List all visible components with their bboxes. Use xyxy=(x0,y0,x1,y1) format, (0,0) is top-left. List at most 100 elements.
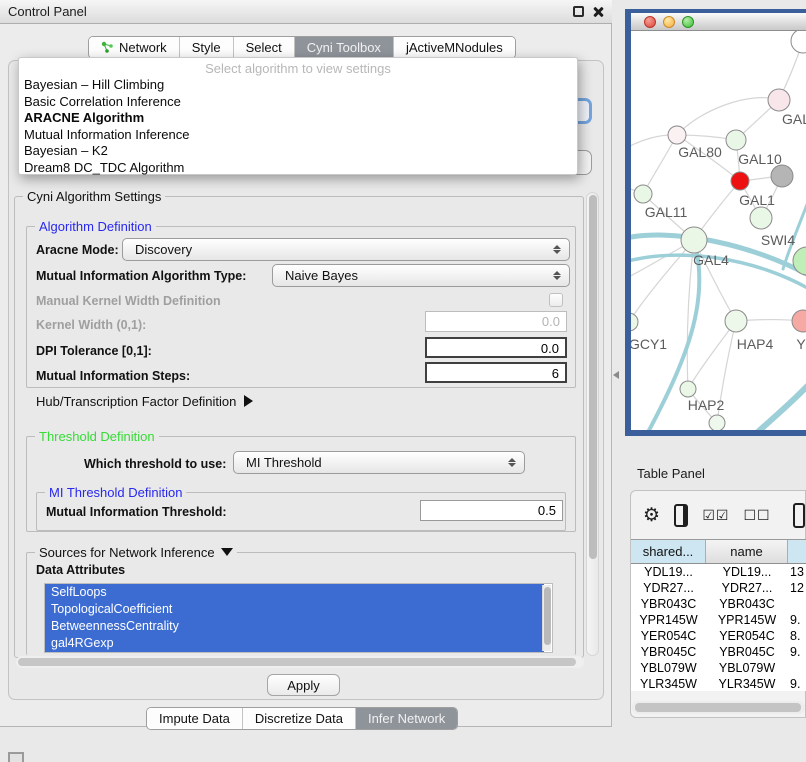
column-header-partial[interactable] xyxy=(788,540,806,563)
mi-steps-label: Mutual Information Steps: xyxy=(36,369,190,383)
manual-kernel-label: Manual Kernel Width Definition xyxy=(36,294,221,308)
table-row[interactable]: YLR345WYLR345W9. xyxy=(631,676,806,691)
network-node[interactable] xyxy=(631,313,638,331)
attribute-list-item[interactable]: SelfLoops xyxy=(45,584,544,601)
table-cell: YER054C xyxy=(631,628,706,644)
table-row[interactable]: YDR27...YDR27...12 xyxy=(631,580,806,596)
settings-hscroll-thumb[interactable] xyxy=(18,658,576,666)
table-cell: 12 xyxy=(788,580,806,596)
list-vertical-scrollbar[interactable] xyxy=(542,585,551,651)
data-attributes-list[interactable]: SelfLoopsTopologicalCoefficientBetweenne… xyxy=(44,583,553,653)
algorithm-option[interactable]: Bayesian – K2 xyxy=(19,143,577,160)
network-node[interactable] xyxy=(731,172,749,190)
table-cell: YPR145W xyxy=(631,612,706,628)
tab-cyni-toolbox[interactable]: Cyni Toolbox xyxy=(295,37,394,58)
table-row[interactable]: YER054CYER054C8. xyxy=(631,628,806,644)
table-row[interactable]: YDL19...YDL19...13 xyxy=(631,564,806,580)
control-panel-title: Control Panel xyxy=(8,4,87,19)
network-window-titlebar xyxy=(631,13,806,31)
zoom-traffic-light[interactable] xyxy=(682,16,694,28)
network-node[interactable] xyxy=(791,31,806,53)
kernel-width-label: Kernel Width (0,1): xyxy=(36,318,146,332)
collapsed-arrow-icon xyxy=(244,395,253,407)
list-scroll-thumb[interactable] xyxy=(544,587,551,645)
table-cell: 8. xyxy=(788,628,806,644)
table-row[interactable]: YBL079WYBL079W xyxy=(631,660,806,676)
network-node[interactable] xyxy=(792,310,806,332)
table-cell: YBR045C xyxy=(631,644,706,660)
mi-threshold-field[interactable]: 0.5 xyxy=(420,500,563,521)
tab-style[interactable]: Style xyxy=(180,37,234,58)
table-cell: 9. xyxy=(788,676,806,691)
select-all-icon[interactable]: ☑☑ xyxy=(702,507,729,524)
algorithm-dropdown-popup: Select algorithm to view settings Bayesi… xyxy=(18,57,578,175)
attribute-list-item[interactable]: gal4RGexp xyxy=(45,635,544,652)
settings-vscroll-thumb[interactable] xyxy=(589,195,597,559)
column-layout-icon[interactable] xyxy=(674,504,688,527)
network-node[interactable] xyxy=(634,185,652,203)
network-node[interactable] xyxy=(668,126,686,144)
network-node[interactable] xyxy=(681,227,707,253)
network-node[interactable] xyxy=(768,89,790,111)
network-canvas[interactable]: GALGAL80GAL10GAL1GAL11SWI4GAL4GCY1HAP4YH… xyxy=(631,31,806,430)
algorithm-option[interactable]: Dream8 DC_TDC Algorithm xyxy=(19,160,577,177)
minimize-traffic-light[interactable] xyxy=(663,16,675,28)
hub-definition-expander[interactable]: Hub/Transcription Factor Definition xyxy=(36,394,253,409)
tab-impute-data[interactable]: Impute Data xyxy=(147,708,243,729)
algorithm-option[interactable]: Bayesian – Hill Climbing xyxy=(19,77,577,94)
float-icon[interactable] xyxy=(573,6,584,17)
apply-button[interactable]: Apply xyxy=(267,674,340,696)
splitter-collapse-icon[interactable] xyxy=(613,371,619,379)
tab-discretize-data[interactable]: Discretize Data xyxy=(243,708,356,729)
attribute-list-item[interactable]: TopologicalCoefficient xyxy=(45,601,544,618)
algorithm-option[interactable]: Basic Correlation Inference xyxy=(19,94,577,111)
dpi-tolerance-field[interactable]: 0.0 xyxy=(425,337,567,358)
tab-infer-network[interactable]: Infer Network xyxy=(356,708,457,729)
network-node[interactable] xyxy=(771,165,793,187)
mi-steps-field[interactable]: 6 xyxy=(425,362,567,383)
table-horizontal-scrollbar[interactable] xyxy=(632,701,805,714)
node-table: shared... name YDL19...YDL19...13YDR27..… xyxy=(631,539,806,691)
close-traffic-light[interactable] xyxy=(644,16,656,28)
algorithm-option[interactable]: Mutual Information Inference xyxy=(19,127,577,144)
table-row[interactable]: YBR043CYBR043C xyxy=(631,596,806,612)
dpi-tolerance-label: DPI Tolerance [0,1]: xyxy=(36,344,152,358)
table-row[interactable]: YPR145WYPR145W9. xyxy=(631,612,806,628)
network-node[interactable] xyxy=(725,310,747,332)
settings-horizontal-scrollbar[interactable] xyxy=(16,656,584,668)
attribute-list-item[interactable]: BetweennessCentrality xyxy=(45,618,544,635)
column-header-name[interactable]: name xyxy=(706,540,788,563)
tab-select[interactable]: Select xyxy=(234,37,295,58)
mi-type-label: Mutual Information Algorithm Type: xyxy=(36,269,246,283)
mi-threshold-group-title: MI Threshold Definition xyxy=(45,485,186,500)
sources-expander[interactable]: Sources for Network Inference xyxy=(35,545,237,560)
table-row[interactable]: YBR045CYBR045C9. xyxy=(631,644,806,660)
tab-jactivemnodules[interactable]: jActiveMNodules xyxy=(394,37,515,58)
table-cell: YBR043C xyxy=(706,596,788,612)
aracne-mode-select[interactable]: Discovery xyxy=(122,238,570,261)
network-node[interactable] xyxy=(709,415,725,430)
tab-network-label: Network xyxy=(119,40,167,55)
tab-network[interactable]: Network xyxy=(89,37,180,58)
column-header-shared-name[interactable]: shared... xyxy=(631,540,706,563)
close-icon[interactable] xyxy=(592,6,604,18)
document-icon[interactable] xyxy=(793,503,805,528)
table-hscroll-thumb[interactable] xyxy=(635,703,801,712)
manual-kernel-checkbox[interactable] xyxy=(549,293,563,307)
network-node[interactable] xyxy=(680,381,696,397)
mi-algorithm-type-select[interactable]: Naive Bayes xyxy=(272,264,570,287)
partial-window-icon[interactable] xyxy=(8,752,24,762)
control-panel-titlebar: Control Panel xyxy=(0,0,612,24)
kernel-width-field[interactable]: 0.0 xyxy=(425,311,567,332)
stepper-arrows-icon xyxy=(553,245,561,254)
deselect-all-icon[interactable]: ☐☐ xyxy=(743,507,770,524)
table-panel-title: Table Panel xyxy=(637,466,705,481)
network-node[interactable] xyxy=(750,207,772,229)
which-threshold-select[interactable]: MI Threshold xyxy=(233,451,525,474)
table-cell: YDR27... xyxy=(631,580,706,596)
network-node[interactable] xyxy=(726,130,746,150)
gear-icon[interactable]: ⚙ xyxy=(643,506,660,525)
settings-vertical-scrollbar[interactable] xyxy=(586,192,599,656)
algorithm-option-selected[interactable]: ARACNE Algorithm xyxy=(19,110,577,127)
node-label: HAP2 xyxy=(688,397,725,413)
